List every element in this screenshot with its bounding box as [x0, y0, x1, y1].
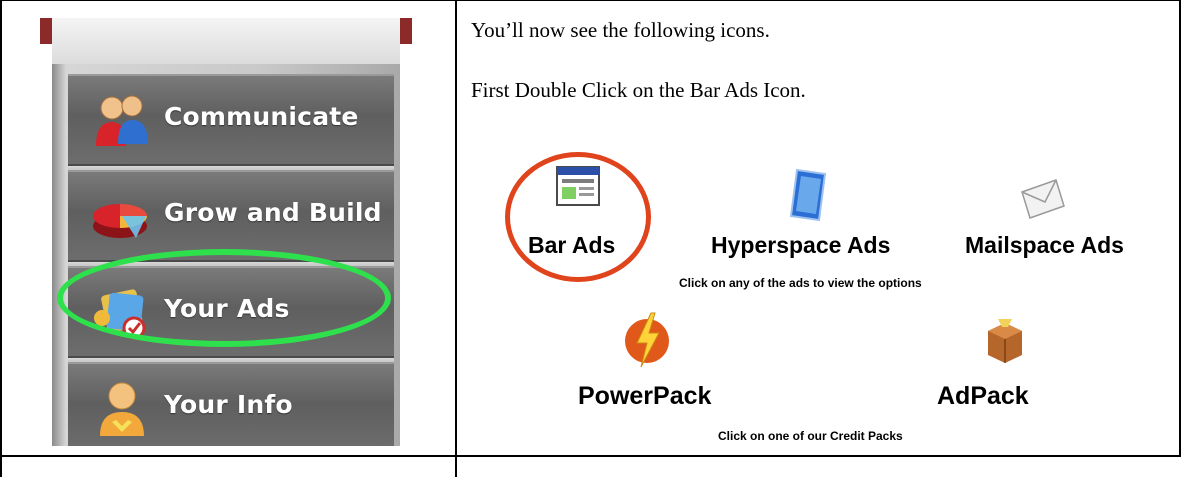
menu-item-communicate[interactable]: Communicate: [68, 74, 394, 166]
your-ads-highlight-ring: [57, 249, 391, 347]
pie-chart-icon: [90, 186, 152, 246]
person-icon: [90, 378, 152, 438]
people-icon: [90, 90, 152, 150]
lightning-icon[interactable]: [623, 309, 671, 369]
menu-item-your-info[interactable]: Your Info: [68, 362, 394, 446]
menu-top-cap: [52, 18, 400, 64]
bar-ads-highlight-ring: [505, 152, 651, 282]
table-left-border: [0, 0, 2, 477]
mailspace-ads-label[interactable]: Mailspace Ads: [965, 232, 1124, 259]
envelope-icon[interactable]: [1018, 178, 1068, 220]
table-middle-border: [455, 0, 457, 477]
right-red-tab: [400, 18, 412, 44]
ads-note: Click on any of the ads to view the opti…: [679, 276, 922, 290]
blue-panel-icon[interactable]: [787, 168, 829, 222]
adpack-label[interactable]: AdPack: [937, 382, 1029, 411]
hyperspace-ads-label[interactable]: Hyperspace Ads: [711, 232, 890, 259]
menu-screenshot: Communicate Grow and Build Your Ads Your…: [40, 18, 412, 446]
packs-note: Click on one of our Credit Packs: [718, 429, 903, 443]
left-red-tab: [40, 18, 52, 44]
table-row-border: [0, 455, 1181, 457]
powerpack-label[interactable]: PowerPack: [578, 382, 711, 411]
package-box-icon[interactable]: [984, 315, 1026, 367]
instruction-text: First Double Click on the Bar Ads Icon.: [471, 78, 806, 102]
menu-item-label: Communicate: [164, 102, 359, 131]
menu-item-label: Your Info: [164, 390, 293, 419]
menu-item-label: Grow and Build: [164, 198, 382, 227]
table-top-border: [0, 0, 1181, 1]
intro-text: You’ll now see the following icons.: [471, 18, 770, 42]
